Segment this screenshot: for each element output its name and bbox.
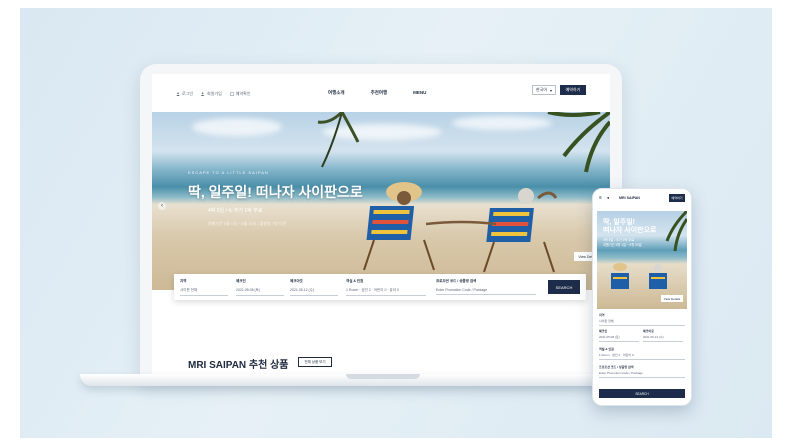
phone-checkout-value: 2021.05.12 (수) bbox=[643, 335, 683, 342]
nav-item-menu[interactable]: MENU bbox=[413, 90, 426, 96]
checkin-label: 체크인 bbox=[236, 279, 246, 283]
utility-links: 로그인 회원가입 예약확인 bbox=[176, 91, 251, 97]
laptop-display: 로그인 회원가입 예약확인 여행소개 추천여행 MENU 한국어 ▾ 예약하기 … bbox=[152, 74, 610, 382]
phone-hero-title: 딱, 일주일! 떠나자 사이판으로 bbox=[603, 219, 656, 235]
language-value: 한국어 bbox=[536, 87, 548, 92]
phone-hero-title-line2: 떠나자 사이판으로 bbox=[603, 227, 657, 234]
signup-label: 회원가입 bbox=[207, 91, 222, 96]
user-icon[interactable]: ● bbox=[607, 195, 609, 200]
phone-view-details-button[interactable]: View Details bbox=[661, 295, 683, 302]
user-icon bbox=[176, 92, 180, 96]
phone-header: ≡ ● MRI SAIPAN 예약하기 bbox=[593, 189, 691, 207]
phone-book-button[interactable]: 예약하기 bbox=[669, 194, 685, 202]
phone-checkin-label: 체크인 bbox=[599, 329, 608, 333]
signup-link[interactable]: 회원가입 bbox=[201, 91, 222, 97]
user-plus-icon bbox=[201, 92, 205, 96]
laptop-notch bbox=[346, 374, 420, 379]
checkout-value: 2021.05.12 (수) bbox=[290, 288, 338, 296]
checkout-field[interactable]: 체크아웃 2021.05.12 (수) bbox=[290, 279, 338, 296]
promo-input: Enter Promotion Code / Package bbox=[436, 288, 536, 295]
showcase-background: 로그인 회원가입 예약확인 여행소개 추천여행 MENU 한국어 ▾ 예약하기 … bbox=[20, 8, 772, 438]
calendar-icon bbox=[229, 92, 234, 96]
phone-region-field[interactable]: 지역 사이판 전체 bbox=[599, 313, 685, 326]
search-button[interactable]: SEARCH bbox=[548, 280, 580, 294]
room-guest-field[interactable]: 객실 & 인원 1 Room · 성인 2 · 어린이 0 · 유아 0 bbox=[346, 279, 426, 296]
phone-checkin-value: 2021.05.08 (토) bbox=[599, 335, 639, 342]
phone-checkin-field[interactable]: 체크인 2021.05.08 (토) bbox=[599, 329, 639, 342]
nav-item-intro[interactable]: 여행소개 bbox=[328, 90, 345, 96]
checkin-value: 2021.05.08 (토) bbox=[236, 288, 284, 296]
hero-subtitle: ESCAPE TO A LITTLE SAIPAN bbox=[188, 170, 269, 175]
phone-promo-label: 프로모션 코드 / 상품명 검색 bbox=[599, 365, 634, 369]
chevron-left-icon[interactable]: ‹ bbox=[158, 202, 166, 210]
search-bar: 지역 사이판 전체 체크인 2021.05.08 (토) 체크아웃 2021.0… bbox=[174, 274, 586, 300]
phone-search-button[interactable]: SEARCH bbox=[599, 389, 685, 398]
laptop-frame: 로그인 회원가입 예약확인 여행소개 추천여행 MENU 한국어 ▾ 예약하기 … bbox=[140, 64, 622, 382]
room-guest-label: 객실 & 인원 bbox=[346, 279, 364, 283]
hero-banner: ESCAPE TO A LITTLE SAIPAN 딱, 일주일! 떠나자 사이… bbox=[152, 112, 610, 290]
phone-logo[interactable]: MRI SAIPAN bbox=[619, 196, 640, 200]
phone-room-field[interactable]: 객실 & 인원 1 Room · 성인 2 · 어린이 0 bbox=[599, 347, 685, 360]
menu-icon[interactable]: ≡ bbox=[599, 195, 602, 201]
hero-offer-text: 4박 5일 / 4, 추가 1박 무료 bbox=[208, 208, 263, 214]
phone-region-label: 지역 bbox=[599, 313, 605, 317]
region-label: 지역 bbox=[180, 279, 187, 283]
room-guest-value: 1 Room · 성인 2 · 어린이 0 · 유아 0 bbox=[346, 288, 426, 296]
region-field[interactable]: 지역 사이판 전체 bbox=[180, 279, 228, 296]
book-button[interactable]: 예약하기 bbox=[560, 85, 586, 95]
phone-checkout-field[interactable]: 체크아웃 2021.05.12 (수) bbox=[643, 329, 683, 342]
section-title: MRI SAIPAN 추천 상품 bbox=[188, 360, 289, 371]
view-all-products-button[interactable]: 전체 상품 보기 bbox=[298, 357, 332, 367]
chevron-down-icon: ▾ bbox=[549, 87, 552, 93]
hero-title: 딱, 일주일! 떠나자 사이판으로 bbox=[188, 184, 363, 200]
hero-period-text: 여행기간 5월 1일 ~ 6월 30일 / 출발일 7일 이전 bbox=[208, 221, 287, 226]
phone-hero-title-line1: 딱, 일주일! bbox=[603, 219, 635, 226]
promo-field[interactable]: 프로모션 코드 / 상품명 검색 Enter Promotion Code / … bbox=[436, 279, 536, 295]
phone-room-value: 1 Room · 성인 2 · 어린이 0 bbox=[599, 353, 685, 360]
phone-hero-period: 여행기간 5월 1일 ~ 6월 30일 bbox=[603, 243, 642, 247]
login-link[interactable]: 로그인 bbox=[176, 91, 193, 97]
promo-label: 프로모션 코드 / 상품명 검색 bbox=[436, 279, 477, 283]
phone-frame: ≡ ● MRI SAIPAN 예약하기 딱, 일주일! 떠나자 사이판으로 4박… bbox=[592, 188, 692, 406]
phone-region-value: 사이판 전체 bbox=[599, 319, 685, 326]
site-header: 로그인 회원가입 예약확인 여행소개 추천여행 MENU 한국어 ▾ 예약하기 bbox=[152, 74, 610, 112]
main-nav: 여행소개 추천여행 MENU bbox=[328, 90, 426, 96]
phone-checkout-label: 체크아웃 bbox=[643, 329, 655, 333]
region-value: 사이판 전체 bbox=[180, 288, 228, 296]
reservation-check-link[interactable]: 예약확인 bbox=[229, 91, 251, 97]
phone-hero-banner: 딱, 일주일! 떠나자 사이판으로 4박 5일 / 추가 1박 무료 여행기간 … bbox=[597, 211, 687, 309]
nav-item-recommend[interactable]: 추천여행 bbox=[371, 90, 388, 96]
phone-promo-input: Enter Promotion Code / Package bbox=[599, 371, 685, 378]
phone-promo-field[interactable]: 프로모션 코드 / 상품명 검색 Enter Promotion Code / … bbox=[599, 365, 685, 378]
phone-room-label: 객실 & 인원 bbox=[599, 347, 614, 351]
checkout-label: 체크아웃 bbox=[290, 279, 303, 283]
checkin-field[interactable]: 체크인 2021.05.08 (토) bbox=[236, 279, 284, 296]
login-label: 로그인 bbox=[182, 91, 194, 96]
reservation-check-label: 예약확인 bbox=[235, 91, 251, 96]
language-select[interactable]: 한국어 ▾ bbox=[532, 85, 556, 95]
